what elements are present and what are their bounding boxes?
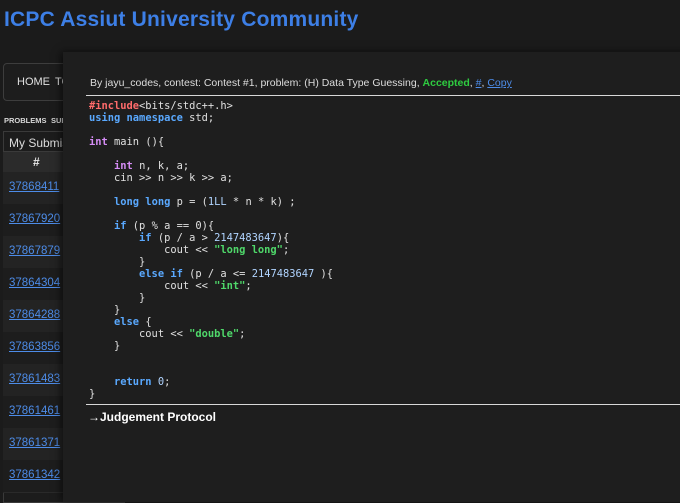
author-name: jayu_codes: [105, 77, 159, 89]
contest-name: Contest #1: [203, 77, 255, 89]
submission-link[interactable]: 37868411: [9, 181, 59, 193]
header-divider: [86, 95, 680, 96]
submission-link[interactable]: 37861371: [9, 437, 60, 449]
submission-link[interactable]: 37861342: [9, 469, 60, 481]
submission-link[interactable]: 37864304: [9, 277, 60, 289]
copy-link[interactable]: Copy: [487, 77, 512, 89]
column-header-number: #: [33, 155, 40, 169]
by-label: By: [90, 77, 106, 89]
submission-link[interactable]: 37867879: [9, 245, 60, 257]
nav-home[interactable]: HOME: [17, 76, 50, 88]
submissions-heading: My Submis: [9, 136, 69, 150]
subnav-problems[interactable]: PROBLEMS: [4, 116, 47, 125]
submission-link[interactable]: 37861483: [9, 373, 60, 385]
code-divider: [86, 404, 680, 405]
problem-name: (H) Data Type Guessing: [304, 77, 417, 89]
submission-link[interactable]: 37864288: [9, 309, 60, 321]
submission-link[interactable]: 37861461: [9, 405, 60, 417]
submission-info-header: By jayu_codes, contest: Contest #1, prob…: [90, 77, 512, 89]
submission-link[interactable]: 37863856: [9, 341, 60, 353]
source-code-block[interactable]: #include<bits/stdc++.h> using namespace s…: [89, 100, 333, 400]
verdict-badge: Accepted: [422, 77, 470, 89]
contest-label: , contest:: [158, 77, 204, 89]
judgement-protocol-toggle[interactable]: →Judgement Protocol: [88, 410, 216, 424]
submission-source-modal: By jayu_codes, contest: Contest #1, prob…: [63, 52, 680, 502]
site-title[interactable]: ICPC Assiut University Community: [4, 8, 359, 32]
submission-link[interactable]: 37867920: [9, 213, 60, 225]
problem-label: , problem:: [254, 77, 305, 89]
